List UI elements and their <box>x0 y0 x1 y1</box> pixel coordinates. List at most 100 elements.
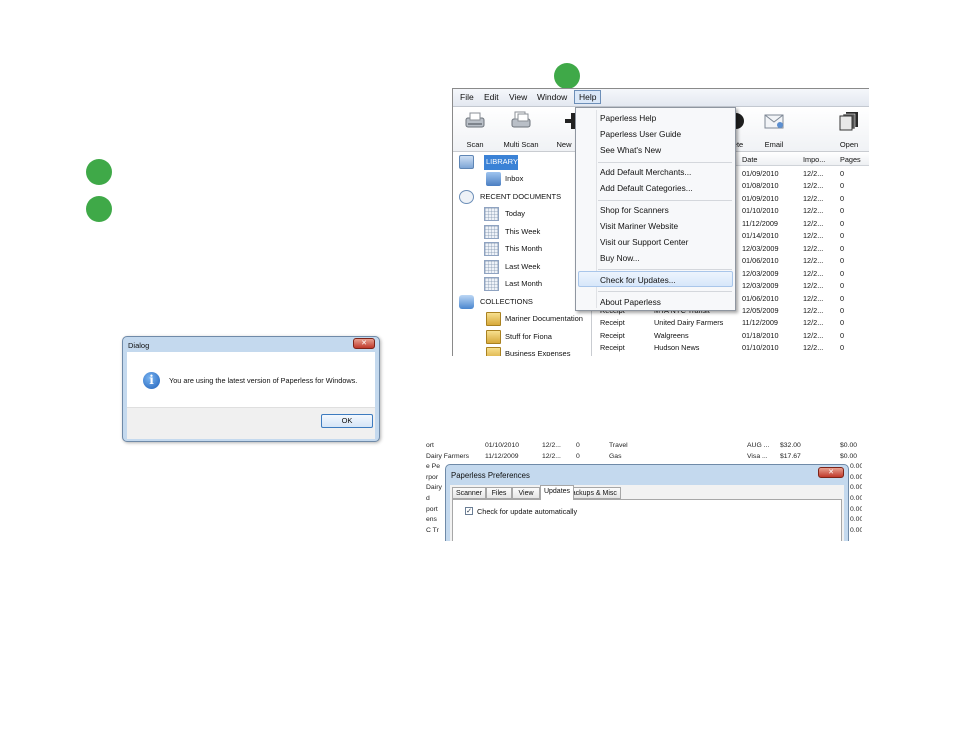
background-cell: 0.00 <box>850 505 862 513</box>
collection-label: Mariner Documentation <box>505 314 583 323</box>
column-header-imported[interactable]: Impo... <box>803 155 825 164</box>
ok-button[interactable]: OK <box>321 414 373 428</box>
last-week-label: Last Week <box>505 262 541 271</box>
folder-icon <box>486 330 501 344</box>
grid-cell: 0 <box>840 293 845 303</box>
sidebar-item-library[interactable]: LIBRARY <box>459 154 589 170</box>
grid-cell: 12/03/2009 <box>742 281 779 291</box>
open-button[interactable]: Open <box>829 107 869 151</box>
column-header-date[interactable]: Date <box>742 155 757 164</box>
background-cell: AUG ... <box>747 442 770 449</box>
menu-item-check-for-updates[interactable]: Check for Updates... <box>600 275 676 285</box>
dialog-message: You are using the latest version of Pape… <box>169 376 358 385</box>
tab-scanner[interactable]: Scanner <box>452 487 486 499</box>
multi-scan-button[interactable]: Multi Scan <box>499 107 543 151</box>
step-marker-help-menu <box>554 63 580 89</box>
preferences-screenshot: ort 01/10/2010 12/2... 0 Travel AUG ... $32.00… <box>426 441 862 541</box>
grid-cell: 0 <box>840 330 845 340</box>
background-cell: e Pe <box>426 463 440 471</box>
grid-cell: 01/14/2010 <box>742 231 779 241</box>
scan-label: Scan <box>466 140 484 149</box>
auto-update-checkbox[interactable]: ✓ <box>465 507 473 515</box>
menu-item-buy-now[interactable]: Buy Now... <box>600 253 640 263</box>
menu-item-user-guide[interactable]: Paperless User Guide <box>600 129 681 139</box>
menu-item-shop-scanners[interactable]: Shop for Scanners <box>600 205 669 215</box>
preferences-title: Paperless Preferences <box>451 471 530 480</box>
menu-window[interactable]: Window <box>537 92 567 102</box>
grid-cell: 12/2... <box>803 218 824 228</box>
background-cell: $32.00 <box>780 442 801 449</box>
grid-cell: 0 <box>840 256 845 266</box>
grid-cell: 01/06/2010 <box>742 293 779 303</box>
background-cell: 0.00 <box>850 473 862 481</box>
column-header-pages[interactable]: Pages <box>840 155 861 164</box>
menu-help[interactable]: Help <box>579 92 596 102</box>
preferences-close-button[interactable]: ✕ <box>818 467 844 478</box>
background-cell: Dairy Farmers <box>426 452 470 460</box>
background-cell: C Tr <box>426 526 439 534</box>
menu-view[interactable]: View <box>509 92 527 102</box>
grid-cell: 0 <box>840 281 845 291</box>
grid-cell: 12/03/2009 <box>742 268 779 278</box>
dialog-close-button[interactable]: ✕ <box>353 338 375 349</box>
menu-item-support-center[interactable]: Visit our Support Center <box>600 237 688 247</box>
menu-item-about[interactable]: About Paperless <box>600 297 661 307</box>
menu-separator <box>598 162 732 163</box>
background-cell: 0.00 <box>850 526 862 534</box>
tab-view[interactable]: View <box>512 487 540 499</box>
grid-cell: United Dairy Farmers <box>654 318 724 328</box>
background-cell: rpor <box>426 473 439 481</box>
recent-label: RECENT DOCUMENTS <box>480 192 562 201</box>
close-icon: ✕ <box>361 340 367 347</box>
calendar-icon <box>484 277 499 291</box>
grid-cell: Receipt <box>600 330 625 340</box>
email-icon <box>764 114 784 129</box>
menu-item-whats-new[interactable]: See What's New <box>600 145 661 155</box>
background-cell: 0.00 <box>850 516 862 524</box>
background-cell: 0.00 <box>850 463 862 471</box>
grid-cell: 12/2... <box>803 169 824 178</box>
library-icon <box>459 155 474 169</box>
tab-updates[interactable]: Updates <box>540 485 574 500</box>
menu-edit[interactable]: Edit <box>484 92 499 102</box>
background-cell: Gas <box>609 452 622 460</box>
multi-scan-label: Multi Scan <box>503 140 539 149</box>
email-button[interactable]: Email <box>754 107 794 151</box>
background-cell: Visa ... <box>747 452 768 460</box>
new-button[interactable]: New <box>550 107 581 151</box>
calendar-icon <box>484 207 499 221</box>
grid-cell: 01/18/2010 <box>742 330 779 340</box>
sidebar: LIBRARY Inbox RECENT DOCUMENTS Today Thi… <box>453 152 592 356</box>
grid-cell: 0 <box>840 243 845 253</box>
preferences-body: Scanner Files View Backups & Misc ✓ Chec… <box>450 485 844 541</box>
step-marker-2 <box>86 196 112 222</box>
close-icon: ✕ <box>828 469 834 476</box>
grid-cell: 0 <box>840 206 845 216</box>
grid-cell: 12/2... <box>803 293 824 303</box>
menu-file[interactable]: File <box>460 92 474 102</box>
menu-item-paperless-help[interactable]: Paperless Help <box>600 113 656 123</box>
scan-button[interactable]: Scan <box>455 107 495 151</box>
update-dialog: Dialog ✕ i You are using the latest vers… <box>122 336 380 442</box>
grid-cell: 12/2... <box>803 206 824 216</box>
folder-icon <box>486 347 501 356</box>
background-cell: $17.67 <box>780 452 801 460</box>
this-week-label: This Week <box>505 227 541 236</box>
background-cell: Dairy <box>426 484 442 492</box>
grid-cell: 0 <box>840 193 845 203</box>
tab-files[interactable]: Files <box>486 487 512 499</box>
menu-item-add-merchants[interactable]: Add Default Merchants... <box>600 167 691 177</box>
calendar-icon <box>484 260 499 274</box>
multi-scanner-icon <box>511 111 531 128</box>
preferences-window: Paperless Preferences ✕ Scanner Files Vi… <box>445 464 849 541</box>
help-dropdown-menu: Paperless Help Paperless User Guide See … <box>575 107 736 311</box>
background-cell: port <box>426 505 438 513</box>
grid-cell: Receipt <box>600 343 625 353</box>
menu-item-add-categories[interactable]: Add Default Categories... <box>600 183 693 193</box>
grid-cell: 12/2... <box>803 305 824 315</box>
grid-cell: 01/10/2010 <box>742 206 779 216</box>
grid-cell: 12/2... <box>803 330 824 340</box>
menu-bar: File Edit View Window Help <box>453 89 869 107</box>
menu-item-mariner-website[interactable]: Visit Mariner Website <box>600 221 678 231</box>
grid-cell: 01/09/2010 <box>742 169 779 178</box>
